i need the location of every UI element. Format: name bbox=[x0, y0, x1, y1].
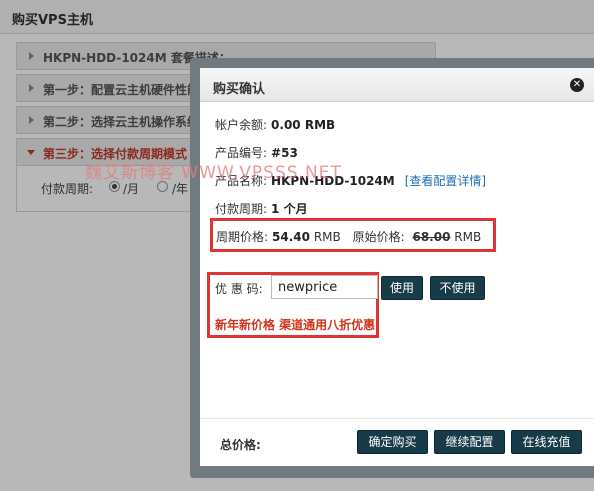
balance-row: 帐户余额: 0.00 RMB bbox=[215, 116, 335, 133]
balance-value: 0.00 RMB bbox=[271, 118, 336, 132]
promo-text: 新年新价格 渠道通用八折优惠 bbox=[215, 318, 376, 332]
remove-coupon-button[interactable]: 不使用 bbox=[430, 276, 485, 300]
period-price-unit: RMB bbox=[313, 230, 341, 244]
total-price-label: 总价格: bbox=[220, 438, 261, 452]
purchase-confirm-dialog: 购买确认 ✕ 帐户余额: 0.00 RMB 产品编号: #53 产品名称: HKPN-… bbox=[200, 68, 594, 466]
confirm-purchase-button[interactable]: 确定购买 bbox=[357, 430, 428, 454]
original-price-label: 原始价格: bbox=[352, 230, 405, 244]
period-price-value: 54.40 bbox=[272, 230, 311, 244]
cycle-label: 付款周期: bbox=[215, 202, 268, 216]
period-price-label: 周期价格: bbox=[216, 230, 269, 244]
balance-label: 帐户余额: bbox=[215, 118, 268, 132]
price-row: 周期价格: 54.40 RMB 原始价格: 68.00 RMB bbox=[216, 228, 481, 245]
online-recharge-button[interactable]: 在线充值 bbox=[511, 430, 582, 454]
dialog-header: 购买确认 ✕ bbox=[200, 68, 594, 102]
original-price-value: 68.00 bbox=[412, 230, 451, 244]
continue-config-button[interactable]: 继续配置 bbox=[434, 430, 505, 454]
view-config-link[interactable]: [查看配置详情] bbox=[405, 174, 486, 188]
cycle-value: 1 个月 bbox=[271, 202, 308, 216]
footer-divider bbox=[200, 418, 594, 419]
close-icon[interactable]: ✕ bbox=[570, 78, 584, 92]
cycle-row: 付款周期: 1 个月 bbox=[215, 200, 308, 217]
coupon-input[interactable] bbox=[271, 275, 378, 299]
apply-coupon-button[interactable]: 使用 bbox=[381, 276, 423, 300]
watermark: 魏艾斯博客 WWW.VPSSS.NET bbox=[85, 163, 342, 183]
original-price-unit: RMB bbox=[454, 230, 482, 244]
coupon-label: 优 惠 码: bbox=[215, 282, 263, 296]
dialog-title: 购买确认 bbox=[213, 82, 266, 97]
